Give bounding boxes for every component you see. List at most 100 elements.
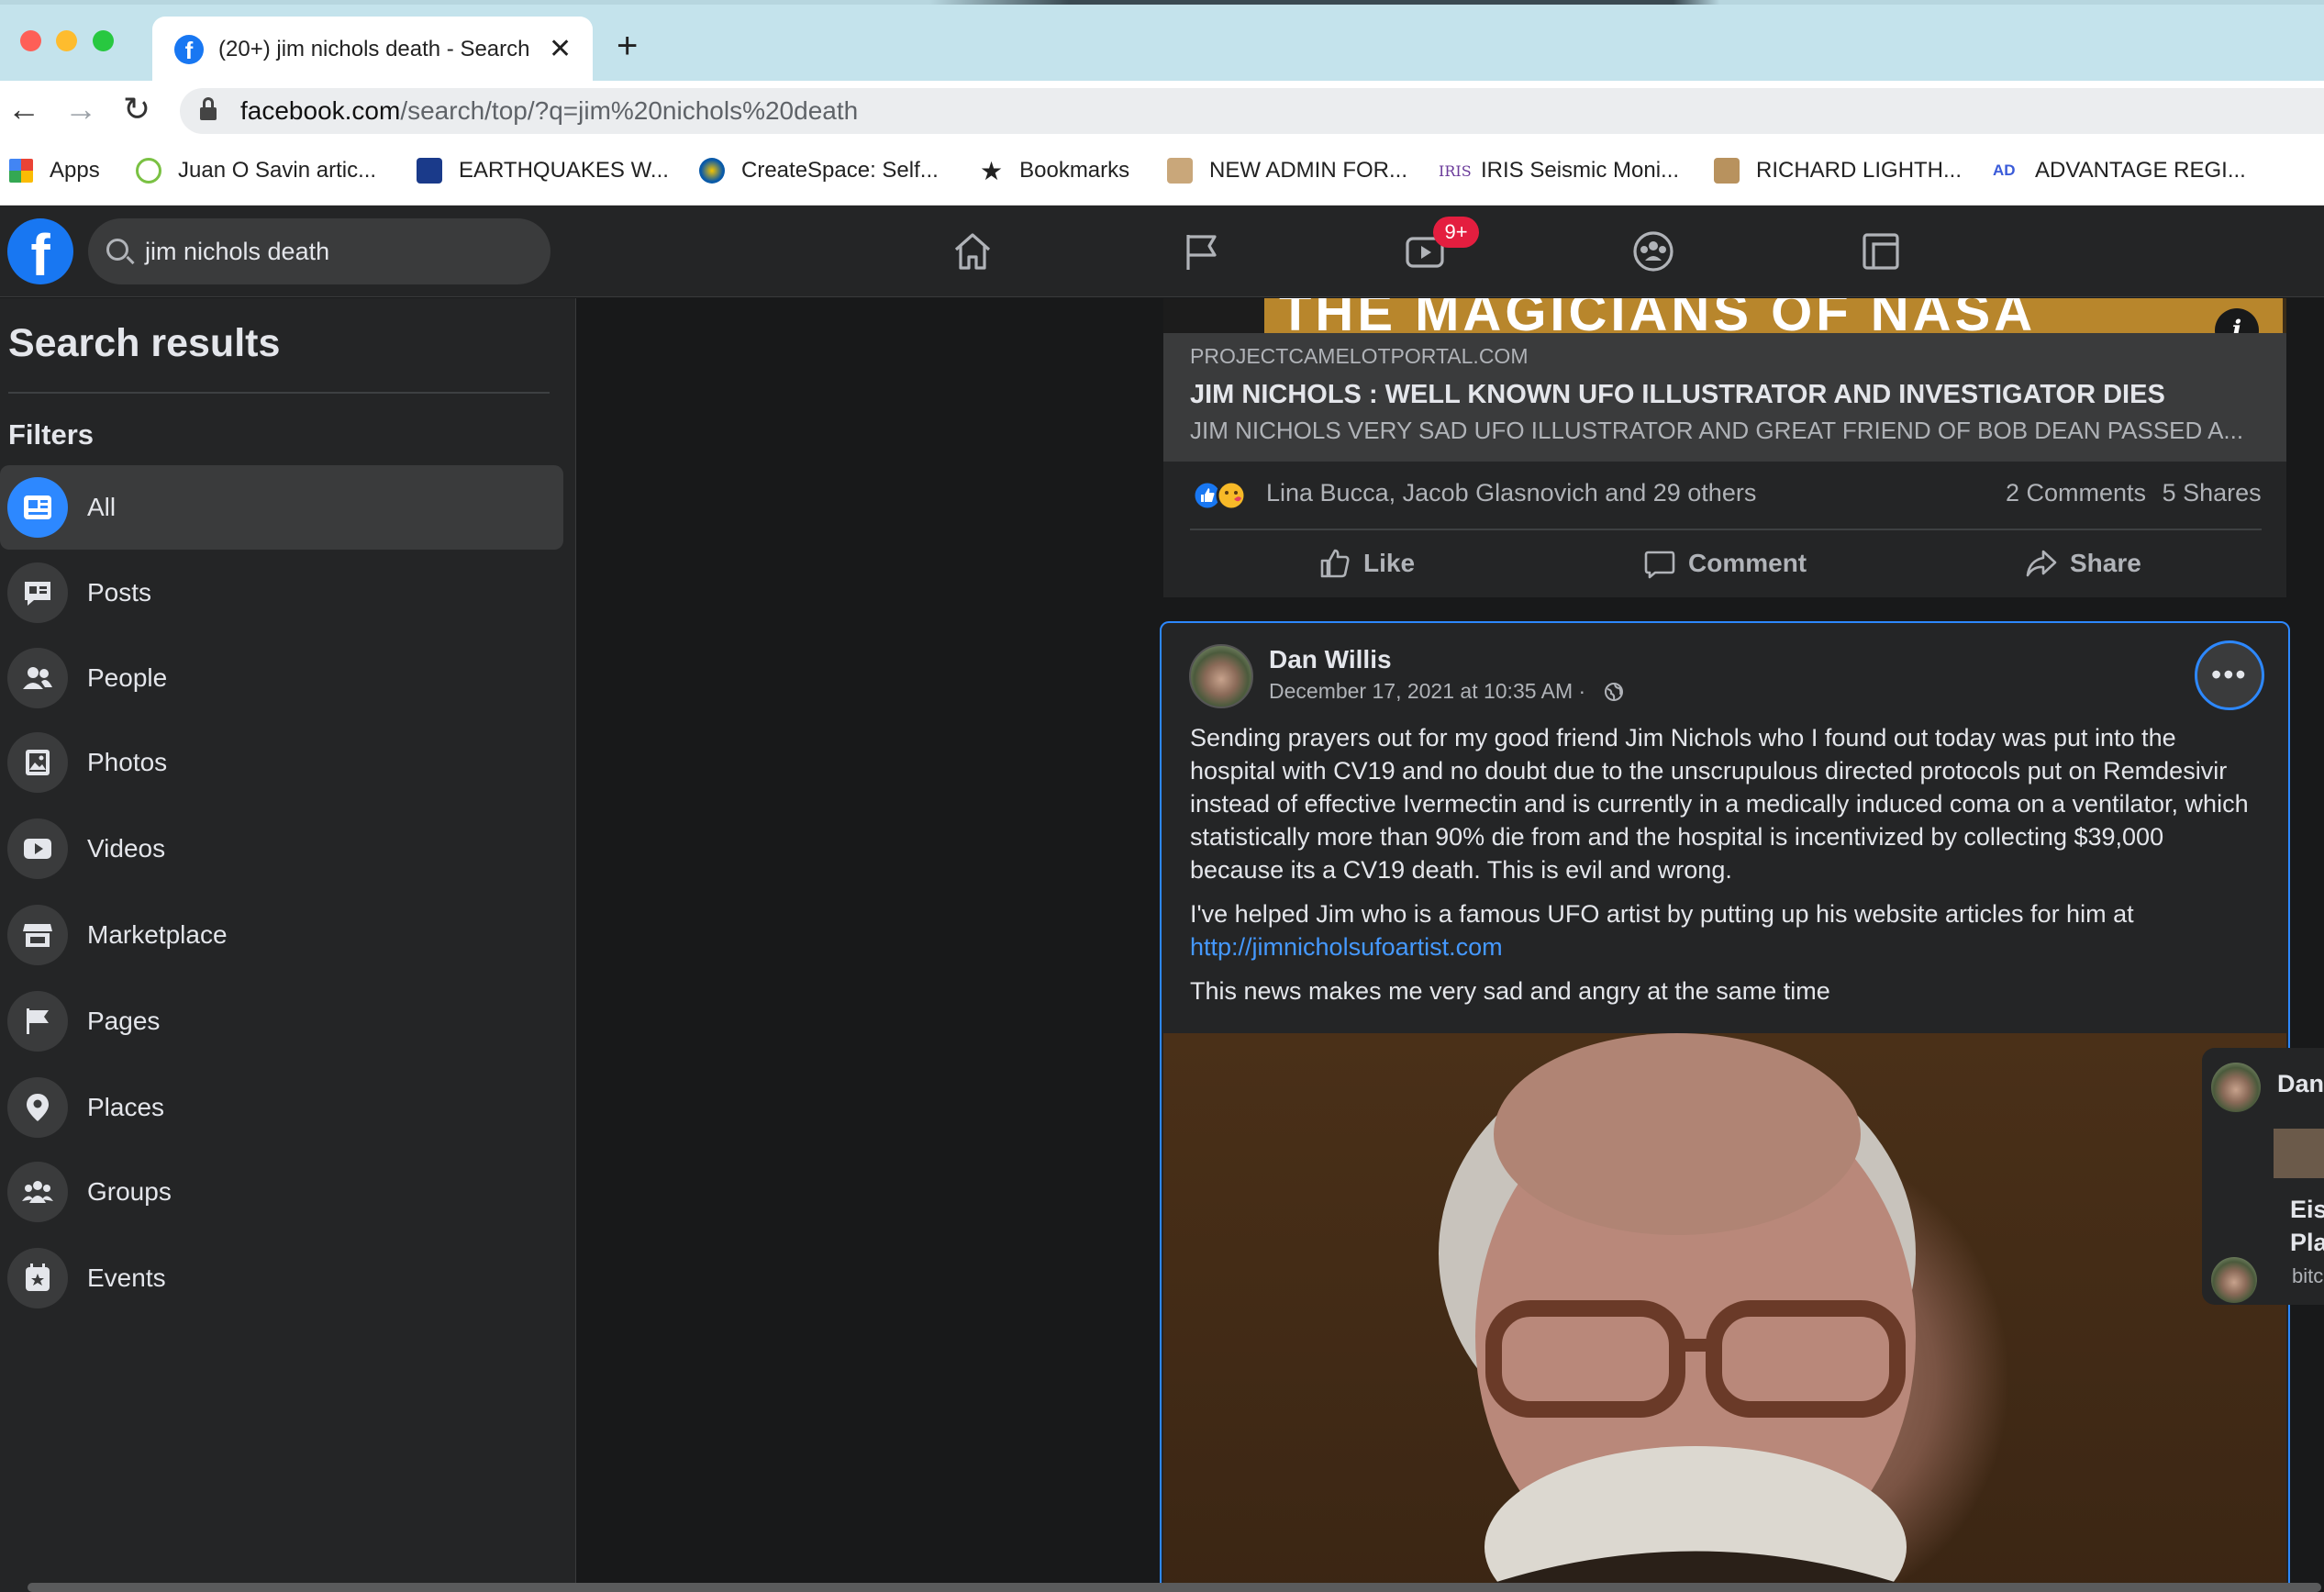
groups-icon[interactable] [1631, 229, 1675, 273]
share-arrow-icon [2026, 550, 2057, 577]
post-photo[interactable] [1163, 1033, 2286, 1592]
portrait-illustration [1439, 1033, 1925, 1592]
rumble-play-icon [136, 158, 161, 184]
facebook-favicon-icon: f [174, 35, 204, 64]
thumbs-up-icon [1320, 549, 1350, 578]
places-pin-icon [27, 1094, 49, 1121]
post-paragraph: I've helped Jim who is a famous UFO arti… [1190, 900, 2134, 961]
people-icon [23, 667, 52, 689]
chat-avatar[interactable] [2211, 1257, 2257, 1303]
reaction-names[interactable]: Lina Bucca, Jacob Glasnovich and 29 othe… [1266, 479, 1756, 507]
chat-message-preview: Eis Pla [2290, 1196, 2324, 1256]
portrait-favicon-icon [1167, 158, 1193, 184]
post-paragraph: Sending prayers out for my good friend J… [1190, 724, 2249, 884]
post-link[interactable]: http://jimnicholsufoartist.com [1190, 933, 1503, 961]
portrait-favicon-icon [1714, 158, 1740, 184]
filter-posts[interactable]: Posts [0, 551, 563, 635]
marketplace-icon [23, 924, 52, 947]
page-title: Search results [8, 321, 281, 365]
pages-flag-icon[interactable] [1180, 229, 1224, 273]
horizontal-scrollbar[interactable] [28, 1583, 2321, 1592]
globe-public-icon [1605, 683, 1623, 701]
divider [1190, 529, 2262, 530]
address-url: facebook.com/search/top/?q=jim%20nichols… [240, 96, 859, 125]
filter-photos[interactable]: Photos [0, 720, 563, 805]
tab-title: (20+) jim nichols death - Search [218, 37, 530, 61]
forward-arrow-icon[interactable]: → [64, 86, 97, 132]
link-domain: PROJECTCAMELOTPORTAL.COM [1190, 344, 1529, 368]
groups-icon [22, 1181, 53, 1203]
apps-grid-icon [9, 159, 33, 183]
bookmark-apps[interactable]: Apps [9, 154, 100, 187]
filter-places[interactable]: Places [0, 1065, 563, 1150]
reaction-icons[interactable] [1191, 479, 1255, 512]
more-options-button[interactable]: ••• [2195, 640, 2264, 710]
like-button[interactable]: Like [1319, 543, 1415, 584]
earthquakes-favicon-icon [417, 158, 442, 184]
news-feed-icon [24, 495, 51, 519]
chat-contact-name[interactable]: Dan [2277, 1070, 2324, 1098]
comments-count[interactable]: 2 Comments [2006, 479, 2146, 507]
bookmark-createspace[interactable]: CreateSpace: Self... [699, 154, 939, 187]
bookmark-advantage[interactable]: AD ADVANTAGE REGI... [1993, 154, 2246, 187]
comment-button[interactable]: Comment [1644, 543, 1807, 584]
zoom-window-button[interactable] [93, 30, 114, 51]
reload-icon[interactable]: ↻ [123, 86, 150, 132]
advantage-logo-icon: AD [1993, 161, 2016, 179]
filter-people[interactable]: People [0, 636, 563, 720]
divider [8, 392, 550, 394]
bookmark-new-admin[interactable]: NEW ADMIN FOR... [1167, 154, 1407, 187]
close-window-button[interactable] [20, 30, 41, 51]
chat-thumbnail[interactable] [2274, 1129, 2324, 1178]
filter-events[interactable]: Events [0, 1236, 563, 1320]
events-icon [26, 1264, 50, 1291]
search-icon [106, 239, 128, 261]
bookmark-richard-lighthouse[interactable]: RICHARD LIGHTH... [1714, 154, 1962, 187]
photos-icon [26, 750, 50, 775]
home-icon[interactable] [951, 229, 995, 273]
lock-icon [200, 97, 217, 121]
chat-avatar[interactable] [2211, 1063, 2261, 1112]
tab-close-icon[interactable]: ✕ [549, 33, 572, 66]
shares-count[interactable]: 5 Shares [2163, 479, 2262, 507]
chat-message-sub: bitc [2292, 1264, 2324, 1287]
gaming-icon[interactable] [1859, 229, 1903, 273]
post-author[interactable]: Dan Willis [1269, 645, 1392, 674]
bookmark-earthquakes[interactable]: EARTHQUAKES W... [417, 154, 669, 187]
engagement-counts: 2 Comments 5 Shares [2006, 479, 2262, 507]
browser-toolbar: ← → ↻ facebook.com/search/top/?q=jim%20n… [0, 81, 2324, 138]
filter-pages[interactable]: Pages [0, 979, 563, 1063]
pages-flag-icon [27, 1008, 49, 1034]
post-body: Sending prayers out for my good friend J… [1190, 721, 2254, 1019]
link-title[interactable]: JIM NICHOLS : WELL KNOWN UFO ILLUSTRATOR… [1190, 380, 2165, 410]
avatar[interactable] [1189, 644, 1253, 708]
filters-heading: Filters [8, 418, 95, 451]
filter-all[interactable]: All [0, 465, 563, 550]
star-icon: ★ [980, 156, 1004, 185]
watch-notification-badge: 9+ [1433, 217, 1479, 248]
facebook-logo-icon[interactable]: f [7, 218, 73, 288]
share-button[interactable]: Share [2026, 543, 2141, 584]
bookmarks-bar: Apps Juan O Savin artic... EARTHQUAKES W… [0, 138, 2324, 206]
link-preview-image[interactable]: THE MAGICIANS OF NASA [1163, 298, 2286, 333]
new-tab-plus-icon[interactable]: + [617, 28, 638, 64]
browser-tab-active[interactable]: f (20+) jim nichols death - Search ✕ [152, 17, 593, 81]
post-timestamp[interactable]: December 17, 2021 at 10:35 AM · [1269, 679, 1585, 704]
post-paragraph: This news makes me very sad and angry at… [1190, 977, 1830, 1005]
bookmark-folder-bookmarks[interactable]: ★ Bookmarks [980, 154, 1129, 187]
link-description: JIM NICHOLS VERY SAD UFO ILLUSTRATOR AND… [1190, 417, 2244, 444]
filter-videos[interactable]: Videos [0, 807, 563, 891]
iris-logo-icon: IRIS [1439, 161, 1472, 180]
comment-bubble-icon [1644, 551, 1675, 579]
posts-icon [25, 582, 50, 606]
ellipsis-icon: ••• [2211, 658, 2248, 691]
filter-marketplace[interactable]: Marketplace [0, 893, 563, 977]
search-input[interactable]: jim nichols death [88, 218, 550, 284]
bookmark-iris-seismic[interactable]: IRIS IRIS Seismic Moni... [1439, 154, 1679, 187]
back-arrow-icon[interactable]: ← [7, 86, 40, 132]
minimize-window-button[interactable] [56, 30, 77, 51]
filter-groups[interactable]: Groups [0, 1150, 563, 1234]
bookmark-juan-o-savin[interactable]: Juan O Savin artic... [136, 154, 376, 187]
address-bar[interactable]: facebook.com/search/top/?q=jim%20nichols… [180, 88, 2324, 134]
videos-icon [24, 839, 51, 859]
